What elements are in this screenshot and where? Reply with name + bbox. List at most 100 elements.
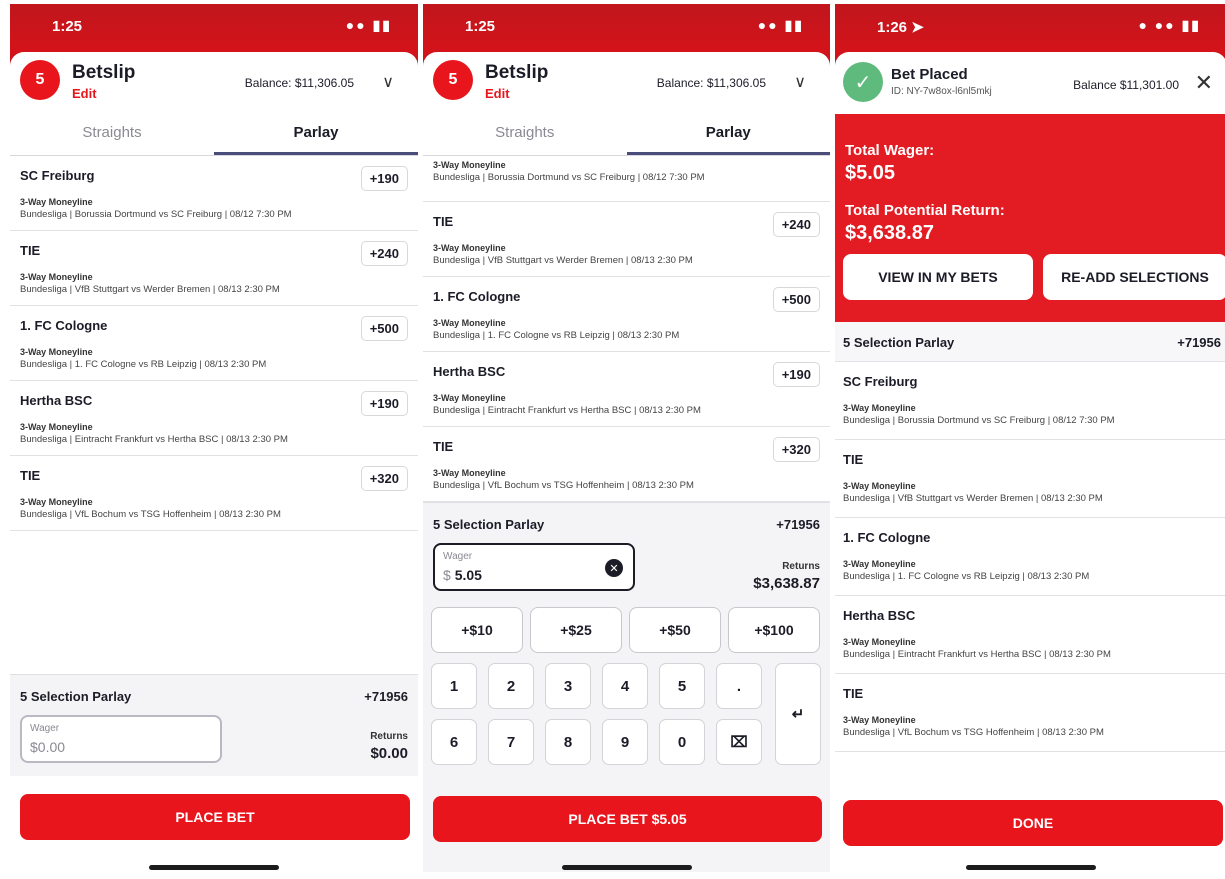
- home-indicator: [149, 865, 279, 870]
- placed-selection-row: TIE 3-Way Moneyline Bundesliga | VfL Boc…: [835, 674, 1225, 752]
- selection-team: SC Freiburg: [20, 168, 95, 183]
- quick-amount-row: +$10 +$25 +$50 +$100: [431, 607, 822, 653]
- key-2[interactable]: 2: [488, 663, 534, 709]
- selection-market: 3-Way Moneyline: [843, 403, 916, 413]
- odds-button[interactable]: +190: [360, 391, 408, 416]
- parlay-label: 5 Selection Parlay: [843, 335, 955, 350]
- selection-team: TIE: [433, 214, 454, 229]
- selection-game: Bundesliga | 1. FC Cologne vs RB Leipzig…: [433, 330, 680, 341]
- selection-team: Hertha BSC: [20, 393, 93, 408]
- odds-button[interactable]: +240: [772, 212, 820, 237]
- selection-team: TIE: [20, 468, 41, 483]
- chevron-down-icon[interactable]: ∨: [382, 72, 394, 92]
- tab-parlay[interactable]: Parlay: [214, 112, 418, 155]
- edit-link[interactable]: Edit: [485, 86, 510, 101]
- clear-icon[interactable]: ✕: [605, 559, 623, 577]
- key-6[interactable]: 6: [431, 719, 477, 765]
- status-time: 1:25: [465, 18, 496, 35]
- selection-market: 3-Way Moneyline: [843, 559, 916, 569]
- odds-button[interactable]: +240: [360, 241, 408, 266]
- selection-game: Bundesliga | Borussia Dortmund vs SC Fre…: [20, 209, 292, 220]
- selection-list: 3-Way Moneyline Bundesliga | Borussia Do…: [423, 156, 830, 502]
- selection-row-partial: 3-Way Moneyline Bundesliga | Borussia Do…: [423, 156, 830, 202]
- odds-button[interactable]: +190: [360, 166, 408, 191]
- key-4[interactable]: 4: [602, 663, 648, 709]
- quick-amount-50-button[interactable]: +$50: [629, 607, 721, 653]
- wager-label: Wager: [443, 551, 473, 562]
- selection-market: 3-Way Moneyline: [20, 422, 93, 432]
- key-7[interactable]: 7: [488, 719, 534, 765]
- tab-straights[interactable]: Straights: [10, 112, 214, 155]
- key-3[interactable]: 3: [545, 663, 591, 709]
- selection-market: 3-Way Moneyline: [20, 347, 93, 357]
- bet-placed-header: ✓ Bet Placed ID: NY-7w8ox-l6nl5mkj Balan…: [835, 52, 1225, 114]
- selection-game: Bundesliga | Eintracht Frankfurt vs Hert…: [843, 649, 1111, 660]
- selection-row: Hertha BSC +190 3-Way Moneyline Bundesli…: [10, 381, 418, 456]
- selection-game: Bundesliga | Borussia Dortmund vs SC Fre…: [433, 172, 705, 183]
- returns-label: Returns: [782, 561, 820, 572]
- selection-market: 3-Way Moneyline: [843, 637, 916, 647]
- place-bet-button[interactable]: PLACE BET: [20, 794, 410, 840]
- selection-team: SC Freiburg: [843, 374, 918, 389]
- placed-selection-row: TIE 3-Way Moneyline Bundesliga | VfB Stu…: [835, 440, 1225, 518]
- key-9[interactable]: 9: [602, 719, 648, 765]
- potential-return-label: Total Potential Return:: [845, 202, 1005, 219]
- tab-parlay[interactable]: Parlay: [626, 112, 830, 155]
- odds-button[interactable]: +190: [772, 362, 820, 387]
- odds-button[interactable]: +320: [360, 466, 408, 491]
- odds-button[interactable]: +320: [772, 437, 820, 462]
- placed-selection-row: Hertha BSC 3-Way Moneyline Bundesliga | …: [835, 596, 1225, 674]
- bet-id: ID: NY-7w8ox-l6nl5mkj: [891, 86, 992, 97]
- quick-amount-100-button[interactable]: +$100: [728, 607, 820, 653]
- home-indicator: [966, 865, 1096, 870]
- wager-currency: $: [443, 567, 451, 583]
- selection-market: 3-Way Moneyline: [843, 481, 916, 491]
- betslip-title: Betslip: [72, 62, 136, 83]
- parlay-odds: +71956: [776, 517, 820, 532]
- returns-label: Returns: [370, 731, 408, 742]
- close-icon[interactable]: ✕: [1195, 70, 1213, 96]
- wager-input[interactable]: Wager $0.00: [20, 715, 222, 763]
- balance-text: Balance $11,301.00: [1073, 78, 1179, 92]
- selection-game: Bundesliga | 1. FC Cologne vs RB Leipzig…: [843, 571, 1090, 582]
- wager-entry: $ 5.05: [443, 567, 482, 583]
- odds-button[interactable]: +500: [772, 287, 820, 312]
- parlay-odds: +71956: [364, 689, 408, 704]
- tab-straights[interactable]: Straights: [423, 112, 627, 155]
- place-bet-button[interactable]: PLACE BET $5.05: [433, 796, 822, 842]
- status-bar: 1:25 ●● ▮▮: [10, 4, 418, 50]
- selection-market: 3-Way Moneyline: [433, 243, 506, 253]
- view-in-my-bets-button[interactable]: VIEW IN MY BETS: [843, 254, 1033, 300]
- odds-button[interactable]: +500: [360, 316, 408, 341]
- home-indicator: [561, 865, 692, 870]
- key-decimal[interactable]: .: [716, 663, 762, 709]
- total-wager-label: Total Wager:: [845, 142, 935, 159]
- selection-row: TIE +240 3-Way Moneyline Bundesliga | Vf…: [10, 231, 418, 306]
- backspace-icon[interactable]: ⌧: [716, 719, 762, 765]
- selection-game: Bundesliga | 1. FC Cologne vs RB Leipzig…: [20, 359, 267, 370]
- re-add-selections-button[interactable]: RE-ADD SELECTIONS: [1043, 254, 1225, 300]
- status-bar: 1:25 ●● ▮▮: [423, 4, 830, 50]
- selection-row: 1. FC Cologne +500 3-Way Moneyline Bunde…: [10, 306, 418, 381]
- phone-betslip-keypad: 1:25 ●● ▮▮ 5 Betslip Edit Balance: $11,3…: [423, 4, 830, 878]
- selection-game: Bundesliga | VfB Stuttgart vs Werder Bre…: [20, 284, 280, 295]
- quick-amount-25-button[interactable]: +$25: [530, 607, 622, 653]
- key-8[interactable]: 8: [545, 719, 591, 765]
- done-button[interactable]: DONE: [843, 800, 1223, 846]
- enter-return-icon[interactable]: ↵: [775, 663, 821, 765]
- key-5[interactable]: 5: [659, 663, 705, 709]
- wager-input[interactable]: Wager $ 5.05 ✕: [433, 543, 635, 591]
- selection-market: 3-Way Moneyline: [433, 318, 506, 328]
- selection-team: TIE: [843, 686, 864, 701]
- key-0[interactable]: 0: [659, 719, 705, 765]
- wifi-battery-icon: ●● ▮▮: [345, 17, 392, 33]
- betslip-title: Betslip: [485, 62, 549, 83]
- status-time: 1:25: [52, 18, 83, 35]
- quick-amount-10-button[interactable]: +$10: [431, 607, 523, 653]
- chevron-down-icon[interactable]: ∨: [794, 72, 806, 92]
- key-1[interactable]: 1: [431, 663, 477, 709]
- screenshot-stage: 1:25 ●● ▮▮ 5 Betslip Edit Balance: $11,3…: [0, 0, 1225, 879]
- selection-market: 3-Way Moneyline: [843, 715, 916, 725]
- edit-link[interactable]: Edit: [72, 86, 97, 101]
- bet-summary-banner: Total Wager: $5.05 Total Potential Retur…: [835, 114, 1225, 322]
